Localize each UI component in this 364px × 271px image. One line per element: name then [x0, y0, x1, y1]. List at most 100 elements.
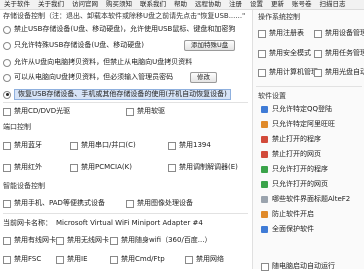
- checkbox-icon[interactable]: [56, 236, 64, 245]
- net-item-label: 禁用有线网卡: [14, 236, 56, 244]
- os-item-device-manager[interactable]: 禁用设备管理: [314, 29, 364, 38]
- net-item-network[interactable]: 禁用网络: [185, 255, 224, 264]
- menu-help[interactable]: 帮助: [170, 0, 191, 9]
- shield-icon: [261, 226, 268, 233]
- port-item-serial[interactable]: 禁用串口/并口(C): [70, 141, 136, 150]
- checkbox-icon[interactable]: [3, 107, 11, 116]
- port-item-bluetooth[interactable]: 禁用蓝牙: [3, 141, 42, 150]
- port-item-modem[interactable]: 禁用调制解调器(E): [168, 163, 238, 172]
- smart-item-label: 禁用手机、PAD等便携式设备: [14, 199, 105, 207]
- menu-account[interactable]: 账号卷: [288, 0, 316, 9]
- port-item-pcmcia[interactable]: 禁用PCMCIA(K): [70, 163, 132, 172]
- checkbox-icon[interactable]: [258, 29, 266, 38]
- soft-item-prevent-launch[interactable]: 防止软件开启: [261, 210, 314, 219]
- left-panel: 存储设备控制（注：退出、卸载本软件或除移U盘之前请先点击"恢复USB......…: [0, 10, 250, 269]
- soft-item-full-protect[interactable]: 全面保护软件: [261, 225, 314, 234]
- menu-register[interactable]: 注册: [225, 0, 246, 9]
- smart-section-title: 智能设备控制: [3, 182, 45, 190]
- checkbox-icon[interactable]: [168, 141, 176, 150]
- floppy-item[interactable]: 禁用软驱: [126, 107, 165, 116]
- checkbox-icon[interactable]: [258, 49, 266, 58]
- soft-item-allow-web[interactable]: 只允许打开的网页: [261, 180, 328, 189]
- smart-item-label: 禁用图像处理设备: [137, 199, 193, 207]
- usb-option-2[interactable]: 只允许特殊USB存储设备(U盘、移动硬盘): [3, 41, 144, 50]
- radio-icon[interactable]: [3, 58, 11, 67]
- checkbox-icon[interactable]: [3, 199, 11, 208]
- menu-purchase-notes[interactable]: 购买须知: [102, 0, 136, 9]
- checkbox-icon[interactable]: [258, 68, 266, 77]
- menu-settings[interactable]: 设置: [246, 0, 267, 9]
- checkbox-icon[interactable]: [56, 255, 64, 264]
- usb-option-4[interactable]: 可以从电脑向U盘拷贝资料，但必须输入管理员密码: [3, 73, 173, 82]
- adapter-name-row: 当前网卡名称： Microsoft Virtual WiFi Miniport …: [3, 219, 203, 228]
- soft-item-label: 禁止打开的网页: [272, 150, 321, 158]
- floppy-label: 禁用软驱: [137, 107, 165, 115]
- net-item-portable-wifi[interactable]: 禁用随身wifi（360/百度...）: [110, 236, 211, 245]
- checkbox-icon[interactable]: [3, 141, 11, 150]
- port-item-label: 禁用PCMCIA(K): [81, 163, 132, 171]
- checkbox-icon[interactable]: [3, 236, 11, 245]
- cd-dvd-item[interactable]: 禁用CD/DVD光驱: [3, 107, 70, 116]
- net-item-ie[interactable]: 禁用IE: [56, 255, 88, 264]
- checkbox-icon[interactable]: [185, 255, 193, 264]
- block-web-icon: [261, 151, 268, 158]
- menu-contact-us[interactable]: 联系我们: [136, 0, 170, 9]
- port-item-1394[interactable]: 禁用1394: [168, 141, 211, 150]
- menu-about-software[interactable]: 关于软件: [0, 0, 34, 9]
- menu-update[interactable]: 更新: [267, 0, 288, 9]
- os-item-registry[interactable]: 禁用注册表: [258, 29, 304, 38]
- soft-item-label: 只允许打开的程序: [272, 165, 328, 173]
- checkbox-icon[interactable]: [70, 163, 78, 172]
- menu-about-us[interactable]: 关于我们: [34, 0, 68, 9]
- os-item-label: 禁用安全模式: [269, 49, 311, 57]
- checkbox-icon[interactable]: [126, 107, 134, 116]
- soft-item-label: 全面保护软件: [272, 225, 314, 233]
- checkbox-icon[interactable]: [168, 163, 176, 172]
- radio-icon[interactable]: [3, 41, 11, 50]
- menu-visit-site[interactable]: 访问官网: [68, 0, 102, 9]
- usb-option-3[interactable]: 允许从U盘向电脑拷贝资料，但禁止从电脑向U盘拷贝资料: [3, 58, 192, 67]
- checkbox-icon[interactable]: [3, 255, 11, 264]
- net-item-wireless[interactable]: 禁用无线网卡: [56, 236, 109, 245]
- os-item-safe-mode[interactable]: 禁用安全模式: [258, 49, 311, 58]
- radio-icon[interactable]: [3, 25, 11, 34]
- checkbox-icon[interactable]: [3, 163, 11, 172]
- add-special-usb-button[interactable]: 添加特殊U盘: [184, 40, 236, 51]
- net-item-cmd-ftp[interactable]: 禁用Cmd/Ftp: [110, 255, 165, 264]
- checkbox-icon[interactable]: [110, 236, 118, 245]
- usb-option-5[interactable]: 恢复USB存储设备、手机或其他存储设备的使用(开机自动恢复设备): [3, 89, 231, 100]
- net-item-wired[interactable]: 禁用有线网卡: [3, 236, 56, 245]
- checkbox-icon[interactable]: [126, 199, 134, 208]
- soft-item-block-web[interactable]: 禁止打开的网页: [261, 150, 321, 159]
- net-item-fsc[interactable]: 禁用FSC: [3, 255, 41, 264]
- modify-password-button[interactable]: 修改: [190, 72, 217, 83]
- checkbox-icon[interactable]: [110, 255, 118, 264]
- menu-remote-assist[interactable]: 远程协助: [191, 0, 225, 9]
- soft-item-label: 只允许特定QQ登陆: [272, 105, 333, 113]
- soft-item-window-title[interactable]: 哪些软件界面标题AlteF2: [261, 195, 350, 204]
- soft-section-title: 软件设置: [258, 92, 286, 100]
- soft-item-allow-program[interactable]: 只允许打开的程序: [261, 165, 328, 174]
- os-item-autorun[interactable]: 禁用光盘自动: [314, 68, 364, 77]
- soft-item-label: 禁止打开的程序: [272, 135, 321, 143]
- radio-selected-icon[interactable]: [3, 90, 11, 99]
- soft-item-block-program[interactable]: 禁止打开的程序: [261, 135, 321, 144]
- port-item-infrared[interactable]: 禁用红外: [3, 163, 42, 172]
- usb-option-1[interactable]: 禁止USB存储设备(U盘、移动硬盘)，允许使用USB鼠标、键盘和加密狗: [3, 25, 235, 34]
- checkbox-icon[interactable]: [261, 262, 269, 271]
- usb-section-title: 存储设备控制（注：退出、卸载本软件或除移U盘之前请先点击"恢复USB......…: [3, 12, 246, 20]
- os-item-computer-manage[interactable]: 禁用计算机管理: [258, 68, 318, 77]
- checkbox-icon[interactable]: [70, 141, 78, 150]
- smart-item-phone[interactable]: 禁用手机、PAD等便携式设备: [3, 199, 105, 208]
- os-item-task-manager[interactable]: 禁用任务管理: [314, 49, 364, 58]
- soft-item-aliwangwang[interactable]: 只允许特定阿里旺旺: [261, 120, 335, 129]
- menu-scan-log[interactable]: 扫描日志: [316, 0, 350, 9]
- soft-item-qq[interactable]: 只允许特定QQ登陆: [261, 105, 332, 114]
- checkbox-icon[interactable]: [314, 68, 322, 77]
- radio-icon[interactable]: [3, 73, 11, 82]
- port-section-title: 端口控制: [3, 123, 31, 131]
- startup-item[interactable]: 随电脑启动自动运行: [261, 262, 335, 271]
- checkbox-icon[interactable]: [314, 29, 322, 38]
- checkbox-icon[interactable]: [314, 49, 322, 58]
- smart-item-imaging[interactable]: 禁用图像处理设备: [126, 199, 193, 208]
